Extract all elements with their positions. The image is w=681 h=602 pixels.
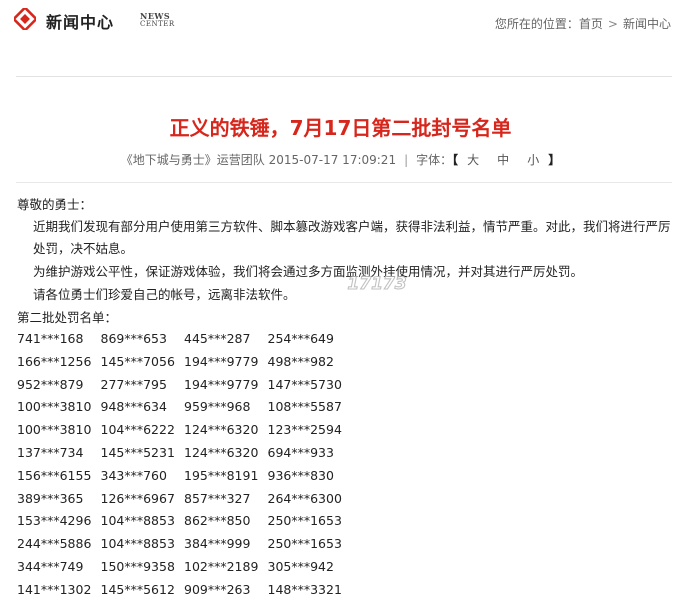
account-id: 250***1653 xyxy=(267,536,342,552)
account-id: 194***9779 xyxy=(184,353,259,369)
account-row: 244***5886 104***8853 384***999 250***1653 xyxy=(17,533,351,556)
account-id: 194***9779 xyxy=(184,376,259,392)
account-id: 137***734 xyxy=(17,444,84,460)
account-id: 126***6967 xyxy=(100,490,175,506)
account-id: 100***3810 xyxy=(17,399,92,415)
account-row: 100***3810 948***634 959***968 108***5587 xyxy=(17,396,351,419)
news-center-wordmark: NEWS CENTER xyxy=(140,12,175,28)
account-id: 445***287 xyxy=(184,331,251,346)
header-divider xyxy=(16,76,672,77)
account-id: 741***168 xyxy=(17,331,84,346)
account-id: 305***942 xyxy=(267,558,334,574)
news-wordmark-line2: CENTER xyxy=(140,20,175,28)
account-id: 153***4296 xyxy=(17,513,92,529)
account-id: 869***653 xyxy=(100,331,167,346)
site-watermark-logo: 17173 xyxy=(347,273,407,294)
account-id: 264***6300 xyxy=(267,490,342,506)
breadcrumb-home-link[interactable]: 首页 xyxy=(579,17,603,31)
account-row: 137***734 145***5231 124***6320 694***933 xyxy=(17,442,351,465)
account-row: 100***3810 104***6222 124***6320 123***2594 xyxy=(17,419,351,442)
meta-divider xyxy=(16,182,672,183)
account-id: 344***749 xyxy=(17,558,84,574)
account-id: 124***6320 xyxy=(184,444,259,460)
account-id: 936***830 xyxy=(267,467,334,483)
account-id: 857***327 xyxy=(184,490,251,506)
account-id: 384***999 xyxy=(184,536,251,552)
account-id: 277***795 xyxy=(100,376,167,392)
account-row: 141***1302 145***5612 909***263 148***3321 xyxy=(17,579,351,602)
account-id: 250***1653 xyxy=(267,513,342,529)
font-size-bracket-close: 】 xyxy=(548,153,561,167)
account-id: 150***9358 xyxy=(100,558,175,574)
account-id: 102***2189 xyxy=(184,558,259,574)
account-id: 166***1256 xyxy=(17,353,92,369)
site-header: 新闻中心 NEWS CENTER 您所在的位置：首页 > 新闻中心 xyxy=(0,0,681,40)
breadcrumb-separator: > xyxy=(607,17,618,31)
article-meta: 《地下城与勇士》运营团队 2015-07-17 17:09:21 | 字体：【大 中 小… xyxy=(0,151,681,168)
section-title: 新闻中心 xyxy=(46,13,115,32)
font-size-large-button[interactable]: 大 xyxy=(467,153,479,167)
account-id: 104***6222 xyxy=(100,422,175,438)
account-id: 123***2594 xyxy=(267,422,342,438)
account-id: 141***1302 xyxy=(17,581,92,597)
account-id: 389***365 xyxy=(17,490,84,506)
account-id: 343***760 xyxy=(100,467,167,483)
article-title: 正义的铁锤，7月17日第二批封号名单 xyxy=(169,116,512,140)
news-center-logo-icon xyxy=(14,8,36,30)
account-id: 145***5231 xyxy=(100,444,175,460)
article-datetime: 2015-07-17 17:09:21 xyxy=(268,153,397,167)
font-size-label: 字体： xyxy=(416,153,453,167)
account-id: 104***8853 xyxy=(100,513,175,529)
font-size-small-button[interactable]: 小 xyxy=(527,153,539,167)
account-id: 145***5612 xyxy=(100,581,175,597)
meta-separator: | xyxy=(404,153,409,167)
account-id: 124***6320 xyxy=(184,422,259,438)
font-size-bracket-open: 【 xyxy=(452,153,459,167)
banned-account-list: 741***168 869***653 445***287 254***649 166*… xyxy=(17,328,351,602)
font-size-medium-button[interactable]: 中 xyxy=(497,153,509,167)
account-id: 498***982 xyxy=(267,353,334,369)
breadcrumb-current-link[interactable]: 新闻中心 xyxy=(623,17,671,31)
paragraph-1: 近期我们发现有部分用户使用第三方软件、脚本篡改游戏客户端，获得非法利益，情节严重… xyxy=(33,219,671,256)
article-body: 尊敬的勇士： 近期我们发现有部分用户使用第三方软件、脚本篡改游戏客户端，获得非法… xyxy=(17,193,677,329)
list-title: 第二批处罚名单： xyxy=(17,310,118,325)
account-id: 694***933 xyxy=(267,444,334,460)
account-id: 145***7056 xyxy=(100,353,175,369)
account-id: 195***8191 xyxy=(184,467,259,483)
news-wordmark-line1: NEWS xyxy=(140,11,171,21)
account-id: 147***5730 xyxy=(267,376,342,392)
account-id: 254***649 xyxy=(267,331,334,346)
account-id: 156***6155 xyxy=(17,467,92,483)
greeting: 尊敬的勇士： xyxy=(17,197,93,212)
account-row: 741***168 869***653 445***287 254***649 xyxy=(17,328,351,351)
account-id: 100***3810 xyxy=(17,422,92,438)
article-source: 《地下城与勇士》运营团队 xyxy=(120,153,265,167)
account-id: 948***634 xyxy=(100,399,167,415)
account-row: 166***1256 145***7056 194***9779 498***982 xyxy=(17,351,351,374)
breadcrumb-prefix: 您所在的位置： xyxy=(494,17,579,31)
account-row: 153***4296 104***8853 862***850 250***1653 xyxy=(17,510,351,533)
account-id: 909***263 xyxy=(184,581,251,597)
account-id: 244***5886 xyxy=(17,536,92,552)
account-row: 344***749 150***9358 102***2189 305***942 xyxy=(17,556,351,579)
account-id: 862***850 xyxy=(184,513,251,529)
account-id: 959***968 xyxy=(184,399,251,415)
account-id: 104***8853 xyxy=(100,536,175,552)
account-row: 952***879 277***795 194***9779 147***5730 xyxy=(17,374,351,397)
account-row: 389***365 126***6967 857***327 264***6300 xyxy=(17,488,351,511)
breadcrumb: 您所在的位置：首页 > 新闻中心 xyxy=(495,15,671,32)
watermark-text: 17173 xyxy=(347,274,406,294)
account-id: 108***5587 xyxy=(267,399,342,415)
account-id: 148***3321 xyxy=(267,581,342,597)
account-id: 952***879 xyxy=(17,376,84,392)
account-row: 156***6155 343***760 195***8191 936***830 xyxy=(17,465,351,488)
